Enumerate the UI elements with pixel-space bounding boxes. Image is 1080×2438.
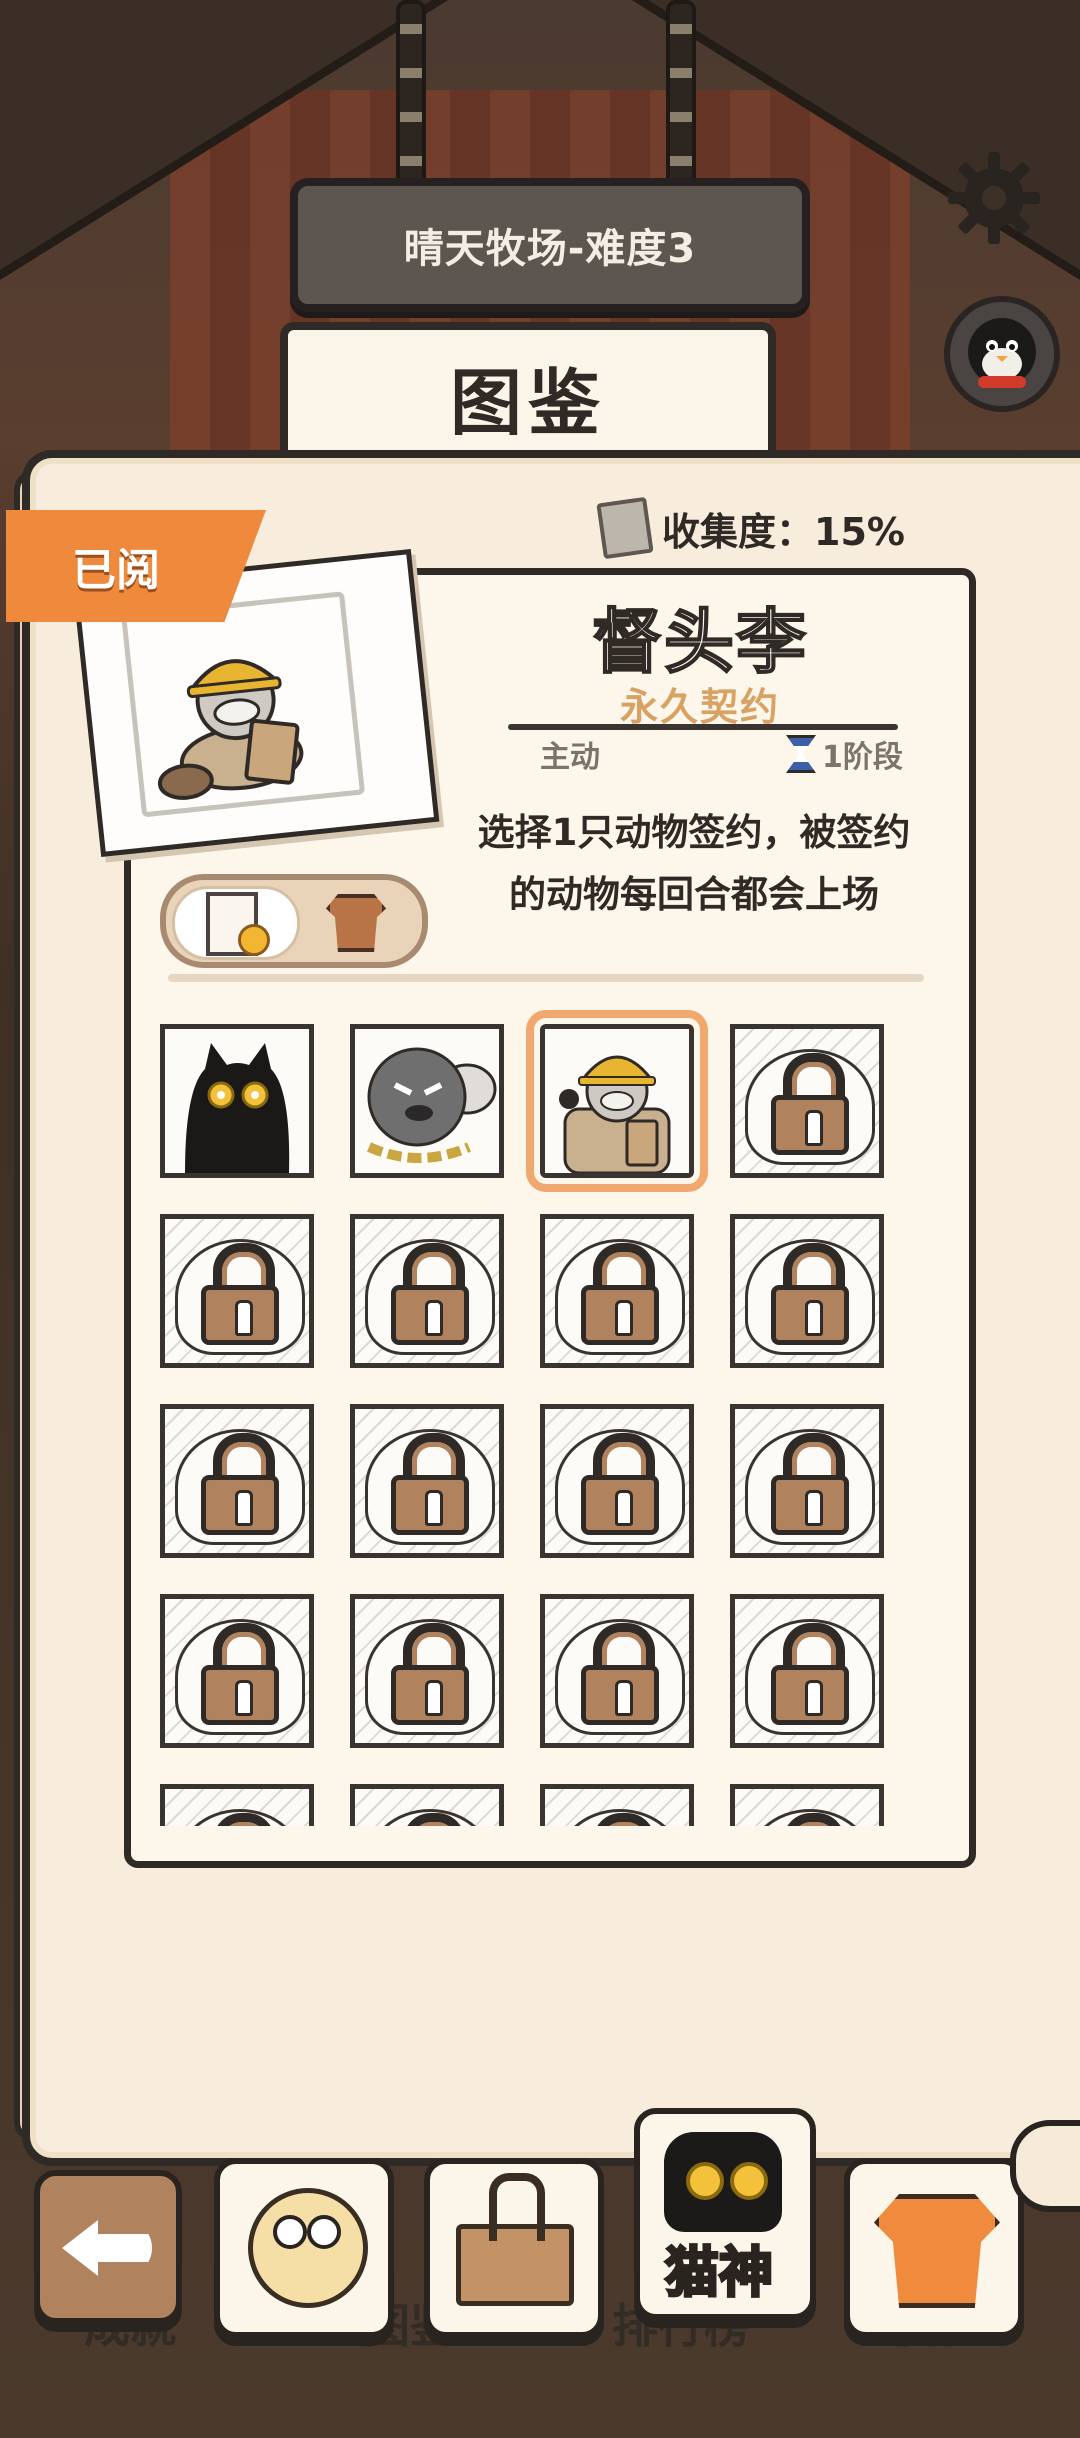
contract-type: 永久契约 xyxy=(619,685,780,729)
locked-animal-card[interactable] xyxy=(730,1024,884,1178)
locked-animal-card[interactable] xyxy=(160,1784,314,1826)
penguin-avatar-icon xyxy=(968,318,1036,388)
level-sign-text: 晴天牧场-难度3 xyxy=(403,226,697,272)
level-sign: 晴天牧场-难度3 xyxy=(290,178,810,312)
locked-animal-card[interactable] xyxy=(350,1214,504,1368)
read-tab-label: 已阅 xyxy=(72,545,160,596)
sign-chain-right xyxy=(666,0,696,188)
back-button[interactable] xyxy=(34,2170,182,2324)
section-divider xyxy=(168,974,924,982)
foreman-lee-icon xyxy=(545,1029,689,1173)
locked-animal-card[interactable] xyxy=(160,1594,314,1748)
locked-animal-card[interactable] xyxy=(540,1594,694,1748)
portrait-frame xyxy=(121,591,366,818)
locked-animal-card[interactable] xyxy=(730,1594,884,1748)
collection-progress: 收集度：15% xyxy=(596,496,905,560)
lock-icon xyxy=(391,1623,469,1725)
lock-icon xyxy=(581,1813,659,1826)
skill-type: 主动 xyxy=(540,740,600,775)
locked-animal-card[interactable] xyxy=(730,1214,884,1368)
lock-icon xyxy=(201,1433,279,1535)
lock-icon xyxy=(391,1813,469,1826)
black-cat-icon xyxy=(664,2132,782,2232)
book-icon xyxy=(596,496,654,560)
lock-icon xyxy=(771,1623,849,1725)
page-curl xyxy=(1010,2120,1080,2212)
lock-icon xyxy=(771,1813,849,1826)
chick-icon xyxy=(248,2188,368,2308)
lock-icon xyxy=(581,1433,659,1535)
settings-gear-icon[interactable] xyxy=(944,148,1044,248)
locked-animal-card[interactable] xyxy=(540,1784,694,1826)
locked-animal-card[interactable] xyxy=(540,1404,694,1558)
shirt-paw-icon xyxy=(874,2194,1000,2308)
lock-icon xyxy=(201,1813,279,1826)
skill-stage-label: 1阶段 xyxy=(822,740,903,775)
profile-avatar[interactable] xyxy=(944,296,1060,412)
black-cat-icon xyxy=(165,1029,309,1173)
lock-icon xyxy=(391,1433,469,1535)
animal-card-chained-bear[interactable] xyxy=(350,1024,504,1178)
title-banner: 图鉴 xyxy=(280,322,776,470)
description-line-2: 的动物每回合都会上场 xyxy=(509,873,879,916)
lock-icon xyxy=(201,1623,279,1725)
read-tab[interactable]: 已阅 xyxy=(6,510,266,622)
lock-icon xyxy=(201,1243,279,1345)
lock-icon xyxy=(771,1433,849,1535)
foreman-lee-icon xyxy=(157,659,304,800)
cat-god-label: 猫神 xyxy=(664,2240,775,2306)
back-arrow-icon xyxy=(62,2220,152,2276)
hourglass-icon xyxy=(786,735,816,773)
lock-icon xyxy=(581,1243,659,1345)
locked-animal-card[interactable] xyxy=(540,1214,694,1368)
achievements-button[interactable] xyxy=(214,2158,394,2338)
description-line-1: 选择1只动物签约，被签约 xyxy=(477,811,911,854)
locked-animal-card[interactable] xyxy=(160,1404,314,1558)
view-toggle[interactable] xyxy=(160,874,428,968)
lock-icon xyxy=(581,1623,659,1725)
locked-animal-card[interactable] xyxy=(350,1784,504,1826)
character-name: 督头李 xyxy=(591,600,808,684)
sign-chain-left xyxy=(396,0,426,188)
name-divider xyxy=(508,718,898,734)
skill-stage: 1阶段 xyxy=(786,732,903,776)
medal-icon xyxy=(238,924,270,956)
locked-animal-card[interactable] xyxy=(350,1404,504,1558)
animal-card-black-cat[interactable] xyxy=(160,1024,314,1178)
character-description: 选择1只动物签约，被签约 的动物每回合都会上场 xyxy=(464,802,924,926)
locked-animal-card[interactable] xyxy=(160,1214,314,1368)
lock-icon xyxy=(391,1243,469,1345)
basket-icon xyxy=(456,2173,574,2306)
dex-button[interactable] xyxy=(424,2158,604,2338)
lock-icon xyxy=(771,1053,849,1155)
locked-animal-card[interactable] xyxy=(730,1784,884,1826)
collection-grid xyxy=(160,1010,900,1826)
locked-animal-card[interactable] xyxy=(350,1594,504,1748)
shirt-paw-icon[interactable] xyxy=(326,894,386,952)
collection-label: 收集度：15% xyxy=(662,509,905,554)
lock-icon xyxy=(771,1243,849,1345)
animal-card-foreman-lee[interactable] xyxy=(526,1010,708,1192)
locked-animal-card[interactable] xyxy=(730,1404,884,1558)
chained-bear-icon xyxy=(355,1029,499,1173)
shop-button[interactable] xyxy=(844,2158,1024,2338)
page-title: 图鉴 xyxy=(449,360,606,445)
